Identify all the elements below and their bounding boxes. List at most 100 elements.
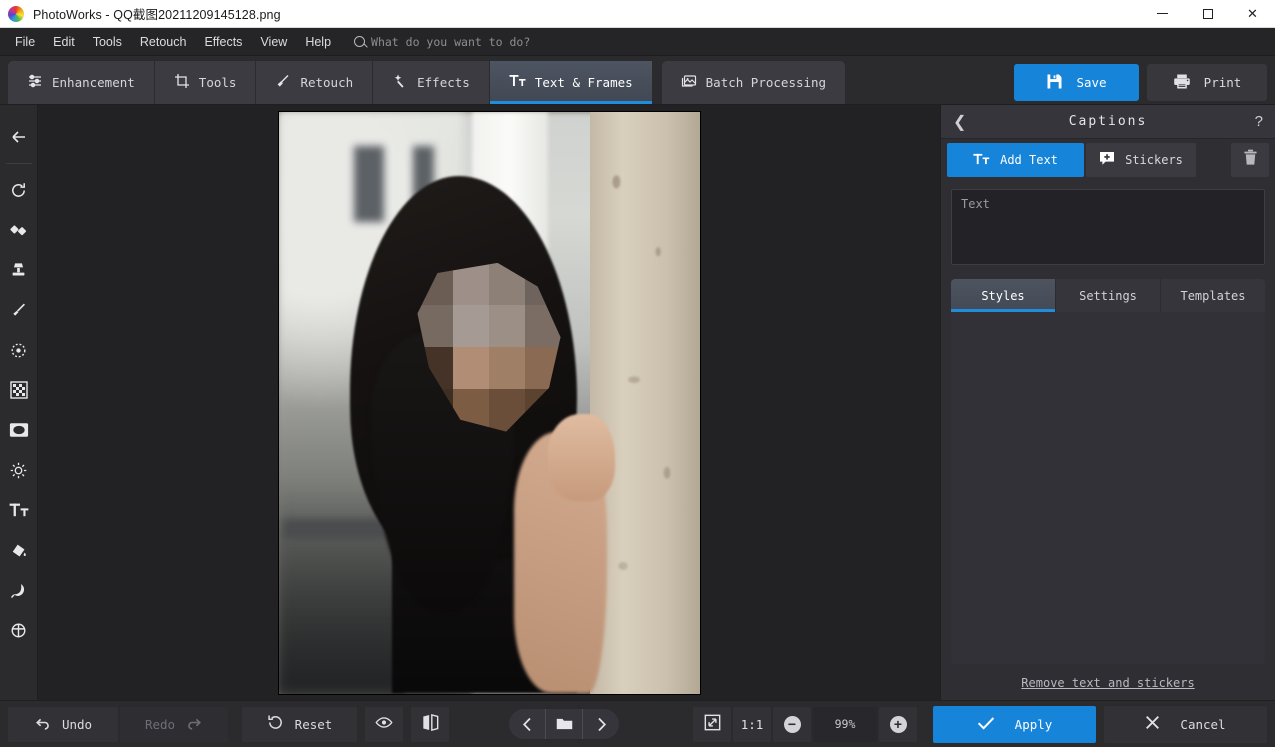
zoom-in-button[interactable]: + [879, 707, 917, 742]
compare-button[interactable] [411, 707, 449, 742]
stickers-button[interactable]: Stickers [1086, 143, 1196, 177]
image-canvas[interactable] [38, 105, 940, 700]
x-icon [1145, 715, 1160, 733]
tool-vignette[interactable] [0, 410, 38, 450]
menu-edit[interactable]: Edit [44, 31, 84, 53]
tab-label: Enhancement [52, 75, 135, 90]
caption-text-input[interactable]: Text [951, 189, 1265, 265]
top-right-actions: Save Print [1014, 64, 1267, 104]
photo-stone-wall [590, 112, 699, 694]
tab-effects[interactable]: Effects [373, 61, 490, 104]
window-controls: ✕ [1140, 0, 1275, 28]
printer-icon [1173, 73, 1191, 93]
zoom-level-value[interactable]: 99% [813, 707, 877, 742]
redo-button[interactable]: Redo [120, 707, 228, 742]
tool-brightness[interactable] [0, 450, 38, 490]
captions-panel: ❮ Captions ? Add Text [940, 105, 1275, 700]
save-label: Save [1076, 75, 1106, 90]
left-tool-rail [0, 105, 38, 700]
reset-label: Reset [295, 717, 333, 732]
tab-retouch[interactable]: Retouch [256, 61, 373, 104]
menu-help[interactable]: Help [296, 31, 340, 53]
menu-retouch[interactable]: Retouch [131, 31, 196, 53]
reset-icon [267, 714, 284, 734]
tool-back-arrow[interactable] [0, 117, 38, 157]
redo-arrow-icon [186, 715, 203, 733]
help-icon[interactable]: ? [1245, 113, 1263, 130]
tab-text-and-frames[interactable]: Text & Frames [490, 61, 653, 104]
minus-circle-icon: − [784, 716, 801, 733]
image-navigation [509, 709, 619, 739]
menu-effects[interactable]: Effects [195, 31, 251, 53]
reset-button[interactable]: Reset [242, 707, 357, 742]
tab-enhancement[interactable]: Enhancement [8, 61, 155, 104]
actual-size-button[interactable]: 1:1 [733, 707, 771, 742]
minimize-button[interactable] [1140, 0, 1185, 28]
mosaic-tile [453, 305, 489, 347]
close-button[interactable]: ✕ [1230, 0, 1275, 28]
tool-rotate[interactable] [0, 170, 38, 210]
sub-tab-styles[interactable]: Styles [951, 279, 1056, 312]
tab-batch-processing[interactable]: Batch Processing [662, 61, 845, 104]
tool-mosaic[interactable] [0, 370, 38, 410]
crop-icon [174, 73, 190, 92]
apply-button[interactable]: Apply [933, 706, 1096, 743]
menu-file[interactable]: File [6, 31, 44, 53]
zoom-controls: 1:1 − 99% + Apply Cancel [693, 706, 1267, 743]
tool-healing-brush[interactable] [0, 210, 38, 250]
undo-button[interactable]: Undo [8, 707, 118, 742]
tool-clone-stamp[interactable] [0, 250, 38, 290]
menu-bar: File Edit Tools Retouch Effects View Hel… [0, 28, 1275, 56]
photo-preview[interactable] [279, 112, 700, 694]
previous-image-button[interactable] [509, 709, 545, 739]
title-bar: PhotoWorks - QQ截图20211209145128.png ✕ [0, 0, 1275, 28]
redo-label: Redo [145, 717, 175, 732]
brush-icon [275, 73, 291, 92]
search-icon [354, 36, 365, 47]
panel-footer: Remove text and stickers [951, 664, 1265, 700]
tool-adjustment-brush[interactable] [0, 290, 38, 330]
photo-window-1 [354, 146, 383, 222]
caption-mode-buttons: Add Text Stickers [941, 139, 1275, 181]
maximize-button[interactable] [1185, 0, 1230, 28]
search-placeholder: What do you want to do? [371, 35, 530, 49]
menu-view[interactable]: View [251, 31, 296, 53]
remove-text-and-stickers-link[interactable]: Remove text and stickers [1021, 676, 1194, 690]
cancel-label: Cancel [1180, 717, 1225, 732]
window-title: PhotoWorks - QQ截图20211209145128.png [33, 4, 281, 23]
tab-label: Tools [199, 75, 237, 90]
menu-search[interactable]: What do you want to do? [354, 35, 530, 49]
tool-text[interactable] [0, 490, 38, 530]
fit-to-screen-button[interactable] [693, 707, 731, 742]
cancel-button[interactable]: Cancel [1104, 706, 1267, 743]
trash-icon [1243, 149, 1258, 171]
check-icon [977, 716, 995, 733]
tab-tools[interactable]: Tools [155, 61, 257, 104]
panel-header: ❮ Captions ? [941, 105, 1275, 139]
chevron-left-icon[interactable]: ❮ [953, 112, 971, 132]
next-image-button[interactable] [583, 709, 619, 739]
fit-screen-icon [704, 714, 721, 734]
sub-tab-templates[interactable]: Templates [1161, 279, 1265, 312]
bottom-toolbar: Undo Redo Reset [0, 700, 1275, 747]
open-folder-button[interactable] [546, 709, 582, 739]
tab-label: Effects [417, 75, 470, 90]
tool-graduated-filter[interactable] [0, 570, 38, 610]
photoworks-logo-icon [8, 6, 24, 22]
menu-tools[interactable]: Tools [84, 31, 131, 53]
panel-body: Text Styles Settings Templates Remove te… [941, 181, 1275, 700]
print-button[interactable]: Print [1147, 64, 1267, 101]
tool-radial-gradient[interactable] [0, 610, 38, 650]
sub-tab-settings[interactable]: Settings [1056, 279, 1161, 312]
sliders-icon [27, 73, 43, 92]
delete-button[interactable] [1231, 143, 1269, 177]
add-text-button[interactable]: Add Text [947, 143, 1084, 177]
save-button[interactable]: Save [1014, 64, 1139, 101]
zoom-out-button[interactable]: − [773, 707, 811, 742]
tab-label: Retouch [300, 75, 353, 90]
text-tt-icon [973, 152, 990, 169]
tool-radial-filter[interactable] [0, 330, 38, 370]
tool-fill[interactable] [0, 530, 38, 570]
preview-toggle-button[interactable] [365, 707, 403, 742]
styles-content-pane[interactable] [951, 312, 1265, 664]
